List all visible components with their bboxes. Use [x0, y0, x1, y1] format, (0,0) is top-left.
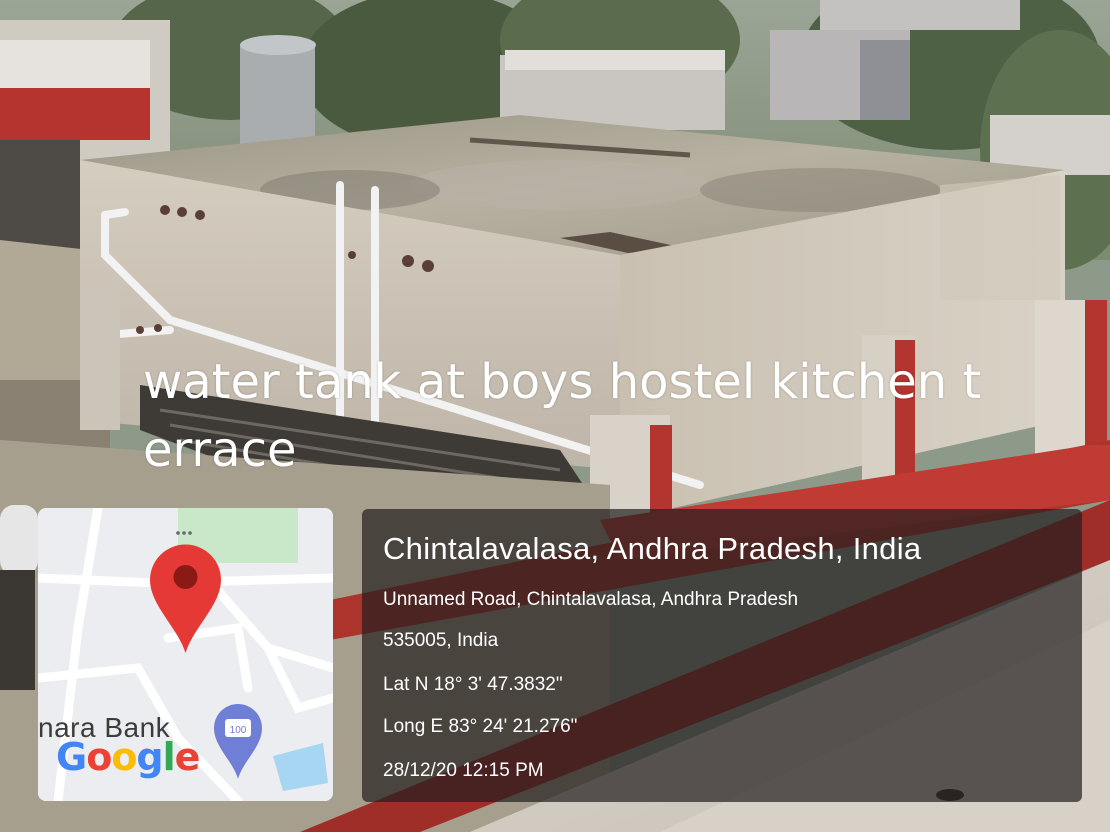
location-info-panel: Chintalavalasa, Andhra Pradesh, India Un… [362, 509, 1082, 802]
address-line-2: 535005, India [383, 630, 499, 651]
address-line-1: Unnamed Road, Chintalavalasa, Andhra Pra… [383, 589, 799, 610]
bank-marker-icon: 100 [214, 704, 262, 779]
place-name: Chintalavalasa, Andhra Pradesh, India [383, 531, 922, 566]
latitude: Lat N 18° 3' 47.3832" [383, 674, 563, 695]
location-pin-icon [150, 544, 221, 653]
longitude: Long E 83° 24' 21.276" [383, 716, 578, 737]
badge-text: 100 [230, 725, 247, 736]
photo-caption: water tank at boys hostel kitchen terrac… [143, 354, 982, 478]
timestamp: 28/12/20 12:15 PM [383, 760, 544, 781]
google-logo: Google [56, 735, 200, 779]
